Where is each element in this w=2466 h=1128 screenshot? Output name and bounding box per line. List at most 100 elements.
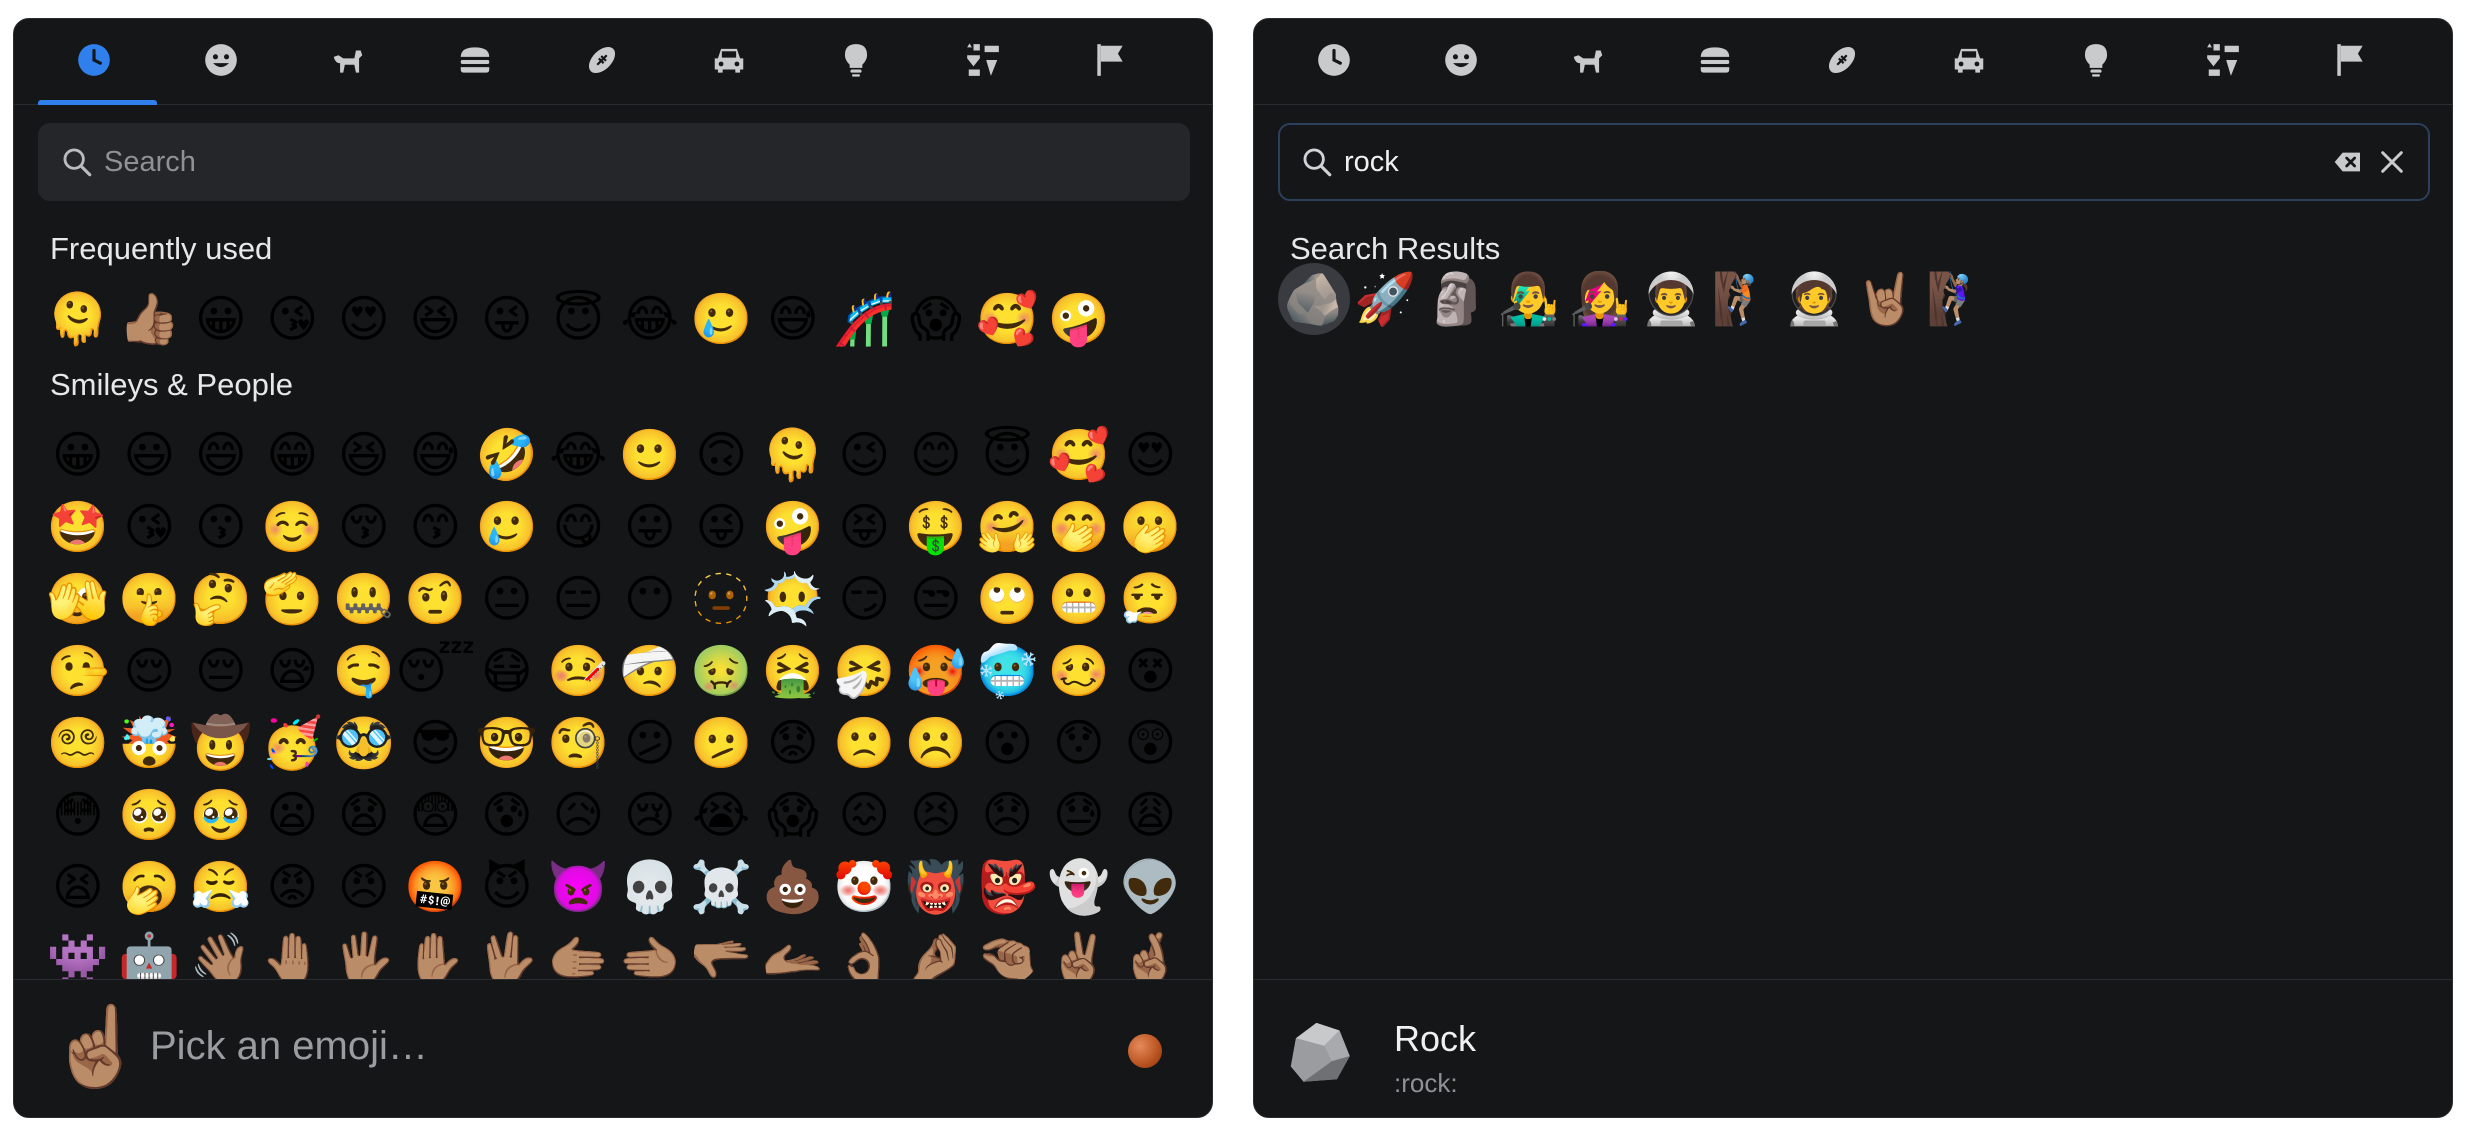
- search-result-emoji[interactable]: 🪨: [1278, 263, 1350, 335]
- smiley-emoji[interactable]: 🤐: [328, 563, 400, 635]
- tab-smileys[interactable]: [157, 19, 284, 105]
- smiley-emoji[interactable]: 💩: [757, 851, 829, 923]
- smiley-emoji[interactable]: 🙃: [686, 419, 758, 491]
- smiley-emoji[interactable]: 🫠: [757, 419, 829, 491]
- smiley-emoji[interactable]: 😟: [757, 707, 829, 779]
- smiley-emoji[interactable]: 🤥: [42, 635, 114, 707]
- smiley-emoji[interactable]: 😮‍💨: [1115, 563, 1187, 635]
- smiley-emoji[interactable]: 🥳: [257, 707, 329, 779]
- tab-activities[interactable]: [538, 19, 665, 105]
- tab-activities[interactable]: [1778, 19, 1905, 105]
- search-result-emoji[interactable]: 👩‍🎤: [1564, 263, 1636, 335]
- smiley-emoji[interactable]: 🤣: [471, 419, 543, 491]
- smiley-emoji[interactable]: 😅: [400, 419, 472, 491]
- frequent-emoji[interactable]: 😂: [614, 283, 686, 355]
- smiley-emoji[interactable]: 😯: [1043, 707, 1115, 779]
- smiley-emoji[interactable]: 😃: [114, 419, 186, 491]
- smiley-emoji[interactable]: 😔: [185, 635, 257, 707]
- smiley-emoji[interactable]: 😰: [471, 779, 543, 851]
- smiley-emoji[interactable]: 😞: [972, 779, 1044, 851]
- smiley-emoji[interactable]: 🙂: [614, 419, 686, 491]
- smiley-emoji[interactable]: 🤧: [829, 635, 901, 707]
- smiley-emoji[interactable]: 🤗: [972, 491, 1044, 563]
- smiley-emoji[interactable]: 🤡: [829, 851, 901, 923]
- smiley-emoji[interactable]: 🥱: [114, 851, 186, 923]
- smiley-emoji[interactable]: 🤑: [900, 491, 972, 563]
- frequent-emoji[interactable]: 😀: [185, 283, 257, 355]
- smiley-emoji[interactable]: 😲: [1115, 707, 1187, 779]
- smiley-emoji[interactable]: 🤕: [614, 635, 686, 707]
- smiley-emoji[interactable]: 😝: [829, 491, 901, 563]
- smiley-emoji[interactable]: 🥵: [900, 635, 972, 707]
- search-result-emoji[interactable]: 🗿: [1421, 263, 1493, 335]
- smiley-emoji[interactable]: 🤯: [114, 707, 186, 779]
- smiley-emoji[interactable]: 🙁: [829, 707, 901, 779]
- frequent-emoji[interactable]: 🥰: [972, 283, 1044, 355]
- frequent-emoji[interactable]: 😍: [328, 283, 400, 355]
- frequent-emoji[interactable]: 🫠: [42, 283, 114, 355]
- smiley-emoji[interactable]: 😜: [686, 491, 758, 563]
- smiley-emoji[interactable]: 😡: [257, 851, 329, 923]
- tab-smileys[interactable]: [1397, 19, 1524, 105]
- smiley-emoji[interactable]: 🤫: [114, 563, 186, 635]
- tab-recent[interactable]: [1270, 19, 1397, 105]
- smiley-emoji[interactable]: 😛: [614, 491, 686, 563]
- smiley-emoji[interactable]: 👿: [543, 851, 615, 923]
- smiley-emoji[interactable]: 😦: [257, 779, 329, 851]
- tab-symbols[interactable]: [919, 19, 1046, 105]
- search-result-emoji[interactable]: 🤘🏽: [1850, 263, 1922, 335]
- smiley-emoji[interactable]: 🫣: [42, 563, 114, 635]
- frequent-emoji[interactable]: 👍🏽: [114, 283, 186, 355]
- smiley-emoji[interactable]: 😆: [328, 419, 400, 491]
- smiley-emoji[interactable]: 😵‍💫: [42, 707, 114, 779]
- smiley-emoji[interactable]: ☹️: [900, 707, 972, 779]
- skin-tone-selector[interactable]: [1128, 1034, 1162, 1068]
- smiley-emoji[interactable]: 😇: [972, 419, 1044, 491]
- smiley-emoji[interactable]: 🤓: [471, 707, 543, 779]
- smiley-emoji[interactable]: 😬: [1043, 563, 1115, 635]
- smiley-emoji[interactable]: 😵: [1115, 635, 1187, 707]
- smiley-emoji[interactable]: 😋: [543, 491, 615, 563]
- smiley-emoji[interactable]: 😗: [185, 491, 257, 563]
- smiley-emoji[interactable]: 😐: [471, 563, 543, 635]
- smiley-emoji[interactable]: 😫: [42, 851, 114, 923]
- backspace-icon[interactable]: [2332, 146, 2364, 178]
- tab-flags[interactable]: [2286, 19, 2413, 105]
- smiley-emoji[interactable]: 😉: [829, 419, 901, 491]
- smiley-emoji[interactable]: 😊: [900, 419, 972, 491]
- search-input[interactable]: [1344, 132, 2332, 192]
- smiley-emoji[interactable]: 🤒: [543, 635, 615, 707]
- smiley-emoji[interactable]: 🤠: [185, 707, 257, 779]
- smileys-scroll-area[interactable]: 😀 😃 😄 😁 😆 😅 🤣 😂 🙂 🙃 🫠 😉 😊 😇 🥰 😍 🤩 😘 😗 ☺️ 😚 😙 🥲 😋 😛 😜 🤪 😝 🤑 🤗 🤭 🫢 🫣 🤫 🤔 🫡 🤐 🤨 😐…: [14, 411, 1212, 989]
- frequent-emoji[interactable]: 🎢: [829, 283, 901, 355]
- smiley-emoji[interactable]: 🥴: [1043, 635, 1115, 707]
- smiley-emoji[interactable]: 😶‍🌫️: [757, 563, 829, 635]
- smiley-emoji[interactable]: 🥶: [972, 635, 1044, 707]
- smiley-emoji[interactable]: 😢: [614, 779, 686, 851]
- frequent-emoji[interactable]: 😘: [257, 283, 329, 355]
- tab-flags[interactable]: [1046, 19, 1173, 105]
- smiley-emoji[interactable]: 😁: [257, 419, 329, 491]
- frequent-emoji[interactable]: 🥲: [686, 283, 758, 355]
- smiley-emoji[interactable]: 😏: [829, 563, 901, 635]
- tab-food[interactable]: [1651, 19, 1778, 105]
- smiley-emoji[interactable]: 😷: [471, 635, 543, 707]
- smiley-emoji[interactable]: 😭: [686, 779, 758, 851]
- smiley-emoji[interactable]: 😒: [900, 563, 972, 635]
- search-result-emoji[interactable]: 👨‍🎤: [1493, 263, 1565, 335]
- tab-symbols[interactable]: [2159, 19, 2286, 105]
- smiley-emoji[interactable]: 🤢: [686, 635, 758, 707]
- tab-travel[interactable]: [665, 19, 792, 105]
- smiley-emoji[interactable]: 👽: [1115, 851, 1187, 923]
- smiley-emoji[interactable]: 😱: [757, 779, 829, 851]
- smiley-emoji[interactable]: 😪: [257, 635, 329, 707]
- smiley-emoji[interactable]: 🥲: [471, 491, 543, 563]
- close-icon[interactable]: [2376, 146, 2408, 178]
- smiley-emoji[interactable]: 😴: [395, 635, 475, 707]
- smiley-emoji[interactable]: 🤭: [1043, 491, 1115, 563]
- tab-objects[interactable]: [2032, 19, 2159, 105]
- search-result-emoji[interactable]: 🧗🏽‍♀️: [1922, 263, 1994, 335]
- smiley-emoji[interactable]: 😮: [972, 707, 1044, 779]
- frequent-emoji[interactable]: 😇: [543, 283, 615, 355]
- smiley-emoji[interactable]: 😘: [114, 491, 186, 563]
